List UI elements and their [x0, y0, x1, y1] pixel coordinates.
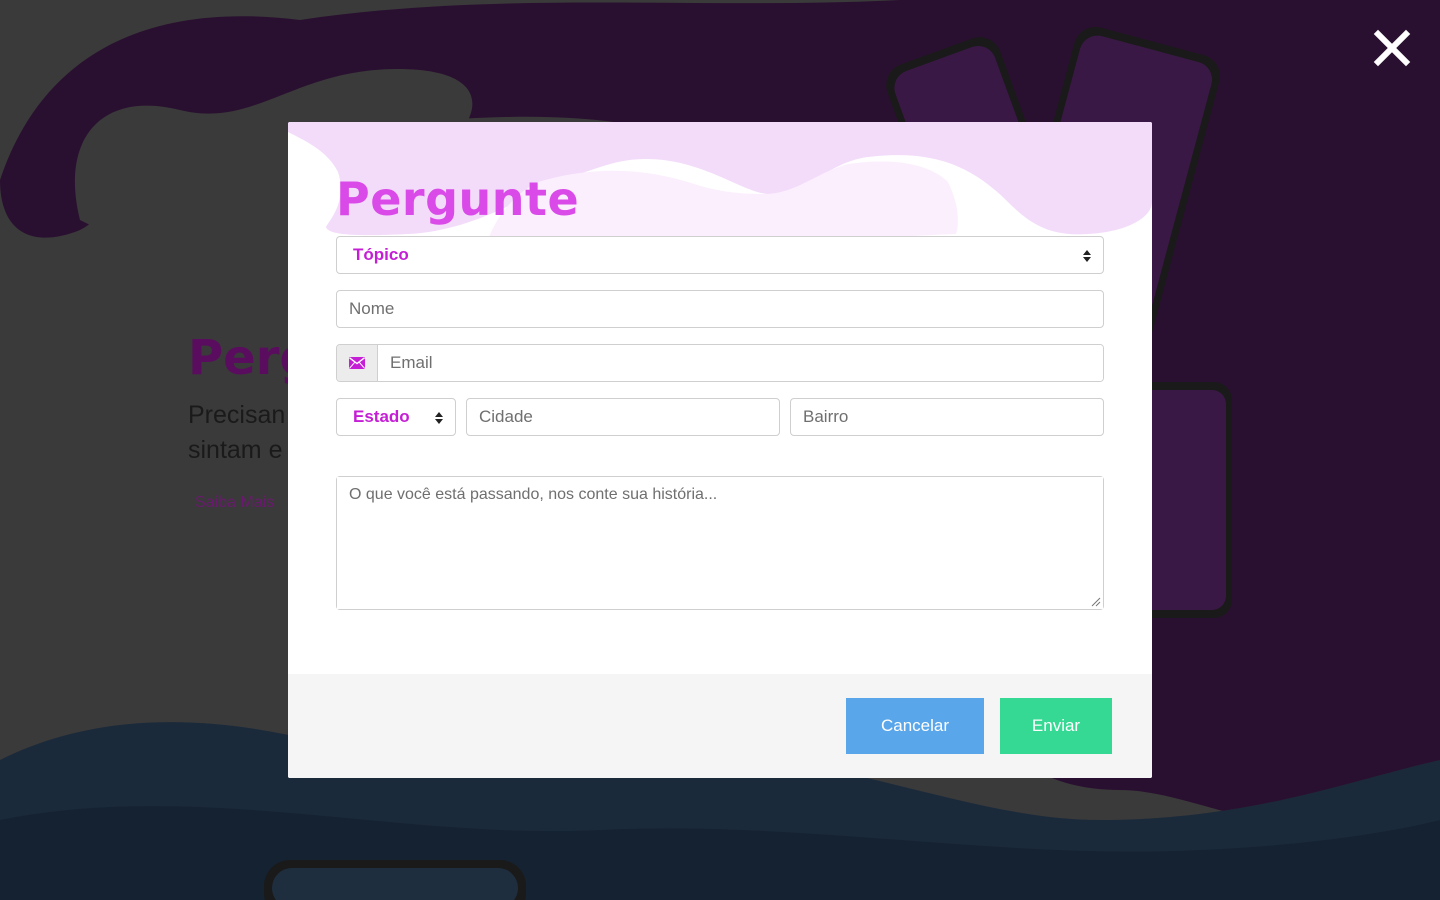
name-input[interactable] — [337, 291, 1103, 327]
resize-grip-icon[interactable] — [1091, 597, 1101, 607]
state-select[interactable]: Estado — [336, 398, 456, 436]
email-input[interactable] — [378, 345, 1103, 381]
modal-title: Pergunte — [336, 172, 580, 226]
envelope-icon — [349, 357, 365, 369]
modal-footer: Cancelar Enviar — [288, 674, 1152, 778]
cancel-button[interactable]: Cancelar — [846, 698, 984, 754]
story-field — [336, 476, 1104, 610]
topic-select-value: Tópico — [353, 245, 409, 264]
city-input[interactable] — [467, 399, 779, 435]
name-field — [336, 290, 1104, 328]
select-arrows-icon — [1083, 250, 1091, 262]
story-textarea[interactable] — [337, 477, 1103, 609]
close-icon — [1373, 29, 1411, 67]
send-button[interactable]: Enviar — [1000, 698, 1112, 754]
ask-modal: Pergunte Tópico Estado — [288, 122, 1152, 778]
close-modal-button[interactable] — [1372, 28, 1412, 68]
background-learn-more-link: Saiba Mais — [195, 494, 275, 511]
email-addon — [337, 345, 378, 381]
city-field — [466, 398, 780, 436]
district-field — [790, 398, 1104, 436]
district-input[interactable] — [791, 399, 1103, 435]
email-field — [336, 344, 1104, 382]
select-arrows-icon — [435, 412, 443, 424]
state-select-value: Estado — [353, 407, 410, 426]
topic-select[interactable]: Tópico — [336, 236, 1104, 274]
